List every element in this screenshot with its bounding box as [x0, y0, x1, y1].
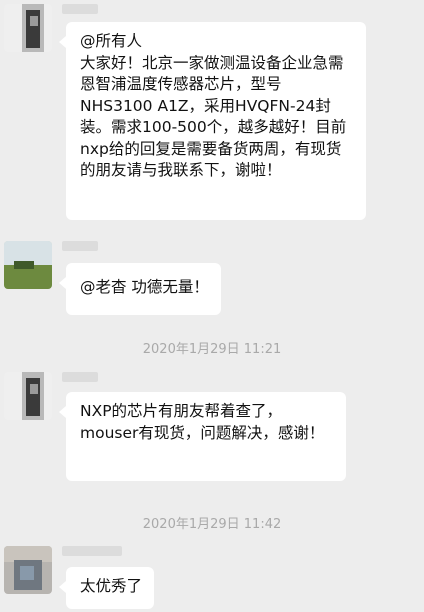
message-bubble[interactable]: @老杳 功德无量！ — [59, 263, 221, 315]
sender-name-placeholder — [62, 372, 98, 382]
message-bubble[interactable]: 太优秀了 — [58, 567, 155, 609]
sender-name-placeholder — [62, 241, 98, 251]
timestamp: 2020年1月29日 11:21 — [142, 342, 282, 357]
avatar[interactable]: blurred-avatar-icon — [4, 546, 52, 594]
timestamp: 2020年1月29日 11:42 — [142, 517, 282, 532]
sender-name-placeholder — [62, 546, 122, 556]
avatar[interactable]: blurred-avatar-icon — [4, 372, 52, 420]
avatar[interactable]: landscape-avatar-icon — [4, 241, 52, 289]
avatar[interactable]: blurred-avatar-icon — [4, 4, 52, 52]
sender-name-placeholder — [62, 4, 98, 14]
message-bubble[interactable]: @所有人 大家好！北京一家做测温设备企业急需恩智浦温度传感器芯片，型号NHS31… — [59, 22, 366, 220]
message-bubble[interactable]: NXP的芯片有朋友帮着查了，mouser有现货，问题解决，感谢！ — [59, 392, 346, 481]
